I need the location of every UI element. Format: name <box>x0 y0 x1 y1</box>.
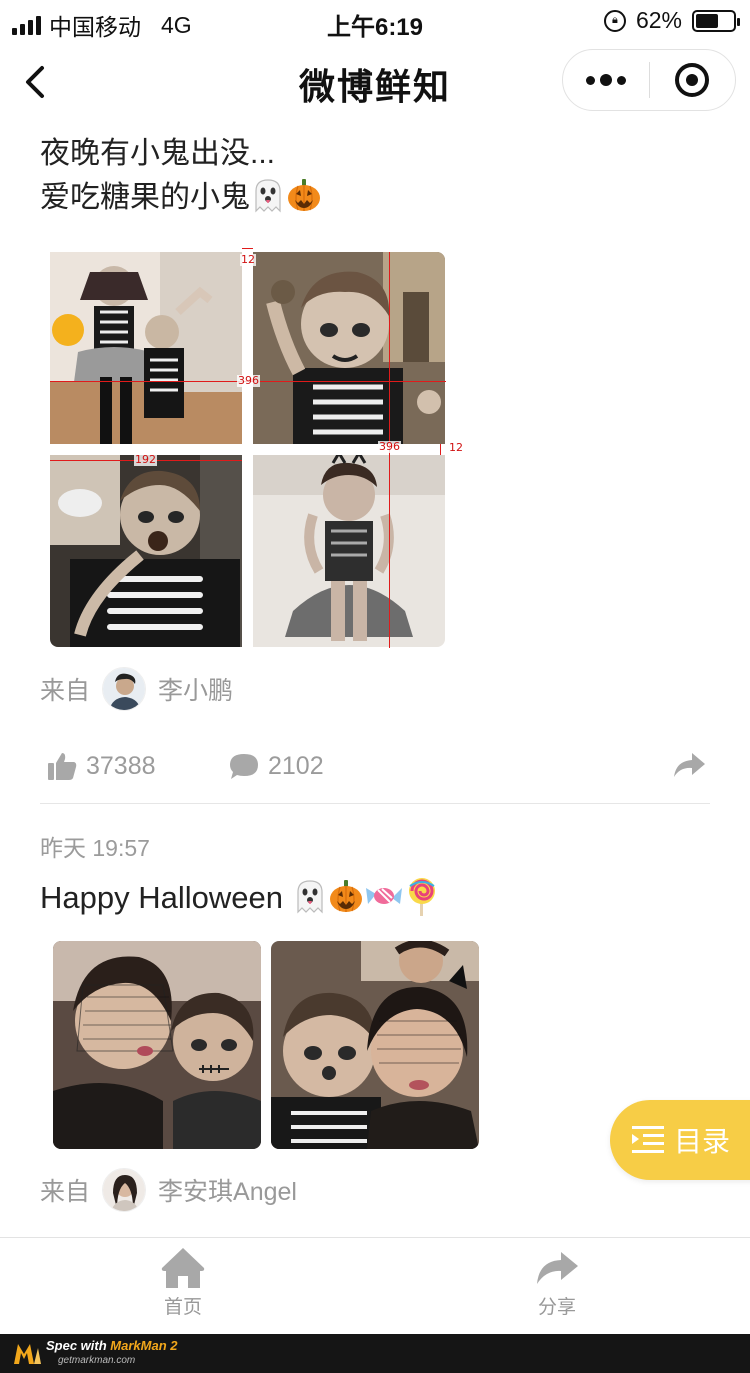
ghost-emoji-icon <box>255 179 281 213</box>
markman-logo-icon <box>14 1344 41 1364</box>
dot <box>585 75 595 85</box>
battery-icon <box>692 9 740 32</box>
post-2-source[interactable]: 来自 李安琪Angel <box>40 1168 297 1212</box>
spec-guide-gap-right <box>440 444 441 455</box>
lollipop-emoji-icon <box>408 878 435 916</box>
post-1-text-line2: 爱吃糖果的小鬼 <box>40 181 250 214</box>
post-1-photo-3[interactable] <box>50 455 242 647</box>
spec-label-gap-right: 12 <box>448 441 464 454</box>
markman-title-prefix: Spec with <box>46 1338 111 1353</box>
pumpkin-emoji-icon <box>288 179 320 211</box>
post-1-photo-1[interactable] <box>50 252 242 444</box>
source-name: 李安琪Angel <box>158 1178 297 1206</box>
tab-home-label: 首页 <box>163 1297 202 1318</box>
spec-label-width: 396 <box>237 374 260 387</box>
pumpkin-emoji-icon <box>329 880 362 912</box>
source-prefix: 来自 <box>40 677 91 705</box>
post-1-text-line1: 夜晚有小鬼出没... <box>40 137 276 170</box>
status-bar: 中国移动 4G 上午6:19 🔒︎ 62% <box>0 0 750 41</box>
markman-title: Spec with MarkMan 2 <box>46 1338 178 1353</box>
more-button[interactable] <box>563 74 649 86</box>
source-name: 李小鹏 <box>158 677 234 705</box>
dot <box>616 75 626 85</box>
post-1-text: 夜晚有小鬼出没... 爱吃糖果的小鬼 <box>40 132 322 220</box>
post-2-photo-1[interactable] <box>53 941 261 1149</box>
like-count: 37388 <box>86 751 156 780</box>
candy-emoji-icon <box>365 888 402 904</box>
status-right: 🔒︎ 62% <box>603 7 740 34</box>
thumbs-up-icon <box>48 753 77 780</box>
post-1-actions: 37388 2102 <box>40 740 710 792</box>
post-2-date: 昨天 19:57 <box>40 835 150 861</box>
post-1-text-line2-wrap: 爱吃糖果的小鬼 <box>40 176 322 220</box>
table-of-contents-icon <box>632 1126 664 1153</box>
toc-button[interactable]: 目录 <box>610 1100 750 1180</box>
ghost-emoji-icon <box>296 880 323 914</box>
tab-home[interactable]: 首页 <box>123 1246 243 1319</box>
tab-share[interactable]: 分享 <box>497 1246 617 1319</box>
tab-share-label: 分享 <box>537 1297 576 1318</box>
comment-button[interactable]: 2102 <box>228 750 324 782</box>
share-button[interactable] <box>672 751 706 781</box>
nav-bar: 微博鲜知 <box>0 44 750 120</box>
target-icon <box>675 63 710 97</box>
source-prefix: 来自 <box>40 1178 91 1206</box>
markman-url: getmarkman.com <box>58 1355 136 1366</box>
post-2-text-body: Happy Halloween <box>40 880 292 915</box>
share-arrow-icon <box>674 753 705 777</box>
bottom-tab-bar: 首页 分享 <box>0 1237 750 1334</box>
share-arrow-icon <box>537 1252 578 1284</box>
rotation-lock-icon: 🔒︎ <box>603 9 626 32</box>
mini-program-capsule <box>562 49 736 111</box>
close-mini-program-button[interactable] <box>650 63 736 97</box>
spec-guide-gap-top <box>242 248 253 249</box>
dot <box>599 74 612 86</box>
home-icon <box>161 1248 205 1288</box>
post-1-photo-4[interactable] <box>253 455 445 647</box>
like-button[interactable]: 37388 <box>46 750 156 782</box>
post-2-text: Happy Halloween <box>40 876 440 920</box>
battery-percent: 62% <box>635 7 682 33</box>
spec-label-height: 396 <box>378 440 401 453</box>
avatar <box>102 1168 147 1212</box>
markman-brand: MarkMan 2 <box>110 1338 178 1353</box>
avatar <box>102 667 147 711</box>
post-2-photo-2[interactable] <box>271 941 479 1149</box>
post-1-source[interactable]: 来自 李小鹏 <box>40 667 233 711</box>
post-1-photo-2[interactable] <box>253 252 445 444</box>
toc-label: 目录 <box>674 1126 731 1157</box>
spec-label-cell-width: 192 <box>134 453 157 466</box>
markman-watermark: Spec with MarkMan 2 getmarkman.com <box>0 1334 750 1373</box>
post-divider <box>40 803 710 804</box>
spec-label-gap-top: 12 <box>240 253 256 266</box>
comment-count: 2102 <box>268 751 324 780</box>
comment-icon <box>230 754 258 779</box>
battery-fill <box>696 13 719 28</box>
